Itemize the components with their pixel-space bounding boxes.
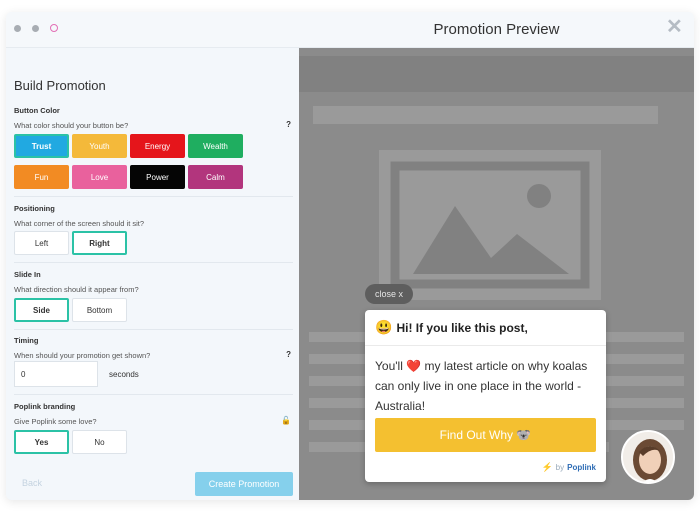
lock-icon[interactable]: 🔓 <box>281 416 291 425</box>
section-question: What direction should it appear from? <box>14 285 139 294</box>
image-placeholder-icon <box>390 161 590 289</box>
section-question: When should your promotion get shown? <box>14 351 151 360</box>
color-option-energy[interactable]: Energy <box>130 134 185 158</box>
section-question: What color should your button be? <box>14 121 129 130</box>
window-dot-icon[interactable] <box>14 25 21 32</box>
placeholder-line <box>313 106 658 124</box>
placeholder-header <box>299 56 694 92</box>
color-option-calm[interactable]: Calm <box>188 165 243 189</box>
popup-header: 😃 Hi! If you like this post, <box>365 310 606 346</box>
branding-no-button[interactable]: No <box>72 430 127 454</box>
section-question: What corner of the screen should it sit? <box>14 219 145 228</box>
avatar-image <box>623 432 673 482</box>
build-panel: Build Promotion Button Color What color … <box>6 48 299 500</box>
slide-bottom-button[interactable]: Bottom <box>72 298 127 322</box>
panel-title: Build Promotion <box>14 78 106 93</box>
divider <box>14 394 293 395</box>
create-promotion-button[interactable]: Create Promotion <box>195 472 293 496</box>
image-placeholder <box>379 150 601 300</box>
smiley-icon: 😃 <box>375 319 393 335</box>
branding-section: Poplink branding Give Poplink some love?… <box>14 402 293 426</box>
popup-body-start: You'll <box>375 359 403 373</box>
color-option-trust[interactable]: Trust <box>14 134 69 158</box>
promotion-popup: 😃 Hi! If you like this post, You'll ❤️ m… <box>365 310 606 482</box>
popup-close-button[interactable]: close x <box>365 284 414 304</box>
popup-body: You'll ❤️ my latest article on why koala… <box>375 356 597 416</box>
color-option-fun[interactable]: Fun <box>14 165 69 189</box>
close-icon[interactable]: ✕ <box>666 17 683 37</box>
divider <box>14 262 293 263</box>
position-left-button[interactable]: Left <box>14 231 69 255</box>
window-dot-icon[interactable] <box>32 25 39 32</box>
section-label: Poplink branding <box>14 402 76 411</box>
poplink-credit[interactable]: ⚡ by Poplink <box>541 462 596 473</box>
bolt-icon: ⚡ <box>541 462 553 472</box>
slide-side-button[interactable]: Side <box>14 298 69 322</box>
seconds-label: seconds <box>109 370 139 379</box>
find-out-why-button[interactable]: Find Out Why 🐨 <box>375 418 596 452</box>
window-ring-icon[interactable] <box>50 24 58 32</box>
color-option-power[interactable]: Power <box>130 165 185 189</box>
color-option-wealth[interactable]: Wealth <box>188 134 243 158</box>
section-label: Timing <box>14 336 39 345</box>
slide-in-section: Slide In What direction should it appear… <box>14 270 293 294</box>
divider <box>14 329 293 330</box>
position-right-button[interactable]: Right <box>72 231 127 255</box>
section-label: Positioning <box>14 204 55 213</box>
branding-yes-button[interactable]: Yes <box>14 430 69 454</box>
title-bar: Promotion Preview ✕ <box>6 12 694 48</box>
back-button[interactable]: Back <box>22 478 42 488</box>
preview-area: close x 😃 Hi! If you like this post, You… <box>299 48 694 500</box>
help-icon[interactable]: ? <box>286 350 291 359</box>
divider <box>14 196 293 197</box>
by-label: by <box>555 463 565 472</box>
section-label: Button Color <box>14 106 60 115</box>
brand-label: Poplink <box>567 463 596 472</box>
heart-icon: ❤️ <box>406 359 422 373</box>
section-label: Slide In <box>14 270 41 279</box>
color-option-love[interactable]: Love <box>72 165 127 189</box>
help-icon[interactable]: ? <box>286 120 291 129</box>
timing-section: Timing When should your promotion get sh… <box>14 336 293 360</box>
app-window: Promotion Preview ✕ Build Promotion Butt… <box>6 12 694 500</box>
window-title: Promotion Preview <box>433 21 560 38</box>
color-option-youth[interactable]: Youth <box>72 134 127 158</box>
avatar[interactable] <box>621 430 675 484</box>
popup-headline: Hi! If you like this post, <box>396 320 528 335</box>
positioning-section: Positioning What corner of the screen sh… <box>14 204 293 228</box>
button-color-section: Button Color What color should your butt… <box>14 106 293 130</box>
section-question: Give Poplink some love? <box>14 417 97 426</box>
timing-input[interactable] <box>14 361 98 387</box>
